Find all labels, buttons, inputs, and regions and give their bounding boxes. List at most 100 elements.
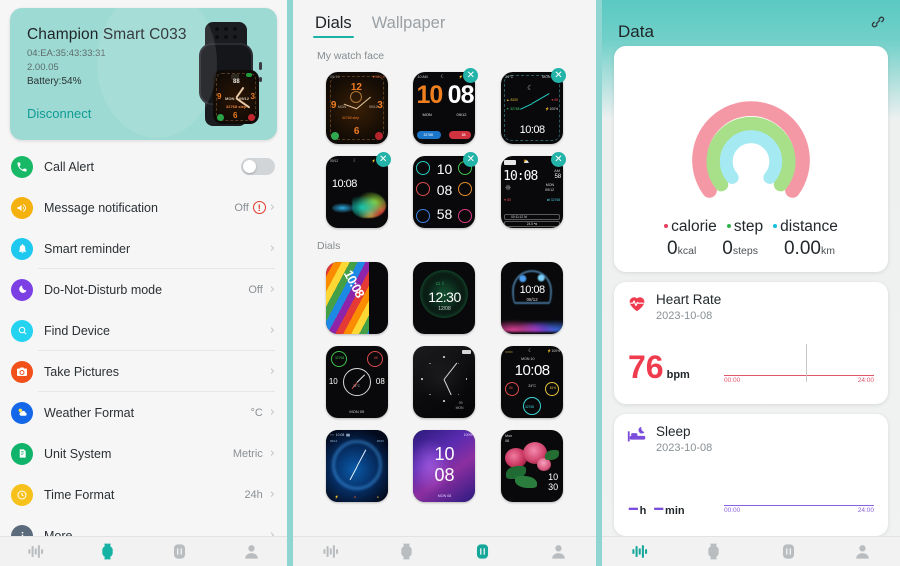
heart-face[interactable]: 10:08 08/12	[501, 262, 564, 334]
nav-data-bars-icon[interactable]	[602, 542, 677, 561]
watch-face-item[interactable]: ✕ 10 AM ☾ ⚡100% 10 08 MON 09/12 32768 88	[401, 66, 489, 150]
chain-link-icon[interactable]	[870, 14, 886, 30]
axis-start-label: 00:00	[724, 377, 741, 384]
watch-face-item[interactable]: 09 MON	[401, 340, 489, 424]
analog-orange-face[interactable]: 09/12 ♥100 b 9 3 12 6 MON 09/12 32768 st…	[325, 72, 388, 144]
nav-watch-icon[interactable]	[72, 542, 144, 561]
nav-profile-icon[interactable]	[520, 542, 596, 561]
activity-rings-chart	[614, 46, 888, 224]
clock-icon	[11, 483, 33, 506]
settings-row-label: Message notification	[44, 200, 158, 215]
colorful-1008-face[interactable]: ▭▭ ☾ ⚡100% MON 10 10:08 88 81% 24°C 3276…	[501, 346, 564, 418]
sleep-card[interactable]: Sleep 2023-10-08 -- h -- min 00:00 24:00	[614, 414, 888, 536]
nav-dial-icon[interactable]	[144, 542, 216, 561]
settings-row-value: Off	[234, 201, 249, 214]
settings-row-take-pictures[interactable]: Take Pictures ›	[0, 351, 287, 392]
sleep-axis	[724, 505, 874, 506]
data-panel: Data calorie step distance 0kcal 0steps …	[602, 0, 900, 566]
legend-step: step	[726, 218, 763, 236]
settings-row-label: Unit System	[44, 446, 112, 461]
nav-profile-icon[interactable]	[826, 542, 900, 561]
settings-row-label: Time Format	[44, 487, 115, 502]
watch-face-item[interactable]: ✕ 09/12 ☾ ⚡100% 10:08	[313, 150, 401, 234]
settings-row-value: °C	[250, 406, 263, 419]
unit-system-icon	[11, 442, 33, 465]
delete-face-button[interactable]: ✕	[463, 68, 479, 83]
big-1008-orange-face[interactable]: 10 AM ☾ ⚡100% 10 08 MON 09/12 32768 88	[413, 72, 476, 144]
rainbow-face[interactable]: 10:08	[325, 262, 388, 334]
nav-profile-icon[interactable]	[215, 542, 287, 561]
watch-face-item[interactable]: 09/12 ♥100 b 9 3 12 6 MON 09/12 32768 st…	[313, 66, 401, 150]
delete-face-button[interactable]: ✕	[463, 152, 479, 167]
settings-row-time-format[interactable]: Time Format 24h ›	[0, 474, 287, 515]
find-device-icon	[11, 319, 33, 342]
dials-grid: 10:08 ▭ ☾ 12:30 12/08 10:08 08/12 32768 …	[293, 256, 596, 508]
device-card[interactable]: Champion Smart C033 04:EA:35:43:33:31 2.…	[10, 8, 277, 140]
watch-face-item[interactable]: Mon 08 10 30	[488, 424, 576, 508]
watch-face-item[interactable]: ✕ ⛅ ✉ 10:08 AM 58 ❊ MON 09/12 ♥ 88 ⇄ 327…	[488, 150, 576, 234]
nav-watch-icon[interactable]	[677, 542, 752, 561]
chevron-right-icon: ›	[269, 241, 275, 256]
watch-face-item[interactable]: 100% 10 08 MON 08	[401, 424, 489, 508]
violet-1008-face[interactable]: 100% 10 08 MON 08	[413, 430, 476, 502]
settings-row-smart-reminder[interactable]: Smart reminder ›	[0, 228, 287, 269]
legend-calorie: calorie	[664, 218, 717, 236]
delete-face-button[interactable]: ✕	[375, 152, 391, 167]
device-mac-address: 04:EA:35:43:33:31	[27, 48, 106, 59]
heart-rate-header: Heart Rate 2023-10-08	[626, 292, 876, 322]
heart-rate-card[interactable]: Heart Rate 2023-10-08 76 bpm 00:00 24:00	[614, 282, 888, 404]
watch-face-item[interactable]: 32768 88 24°C 10 08 MON 09	[313, 340, 401, 424]
digital-am-face[interactable]: ⛅ ✉ 10:08 AM 58 ❊ MON 09/12 ♥ 88 ⇄ 32768…	[501, 156, 564, 228]
heart-rate-unit: bpm	[666, 369, 690, 381]
settings-row-call-alert[interactable]: Call Alert	[0, 146, 287, 187]
paint-splash-face[interactable]: 09/12 ☾ ⚡100% 10:08	[325, 156, 388, 228]
heart-rate-axis-labels: 00:00 24:00	[724, 377, 874, 384]
delete-face-button[interactable]: ✕	[550, 68, 566, 83]
device-panel: Champion Smart C033 04:EA:35:43:33:31 2.…	[0, 0, 287, 566]
settings-row-weather-format[interactable]: Weather Format °C ›	[0, 392, 287, 433]
tab-wallpaper[interactable]: Wallpaper	[372, 14, 446, 38]
nav-watch-icon[interactable]	[369, 542, 445, 561]
disconnect-button[interactable]: Disconnect	[27, 106, 91, 121]
nav-dial-icon[interactable]	[445, 542, 521, 561]
call-alert-toggle[interactable]	[241, 158, 275, 175]
axis-end-label: 24:00	[857, 377, 874, 384]
sleep-minutes-unit: min	[665, 505, 685, 517]
roses-face[interactable]: Mon 08 10 30	[501, 430, 564, 502]
nav-dial-icon[interactable]	[751, 542, 826, 561]
sleep-hours-unit: h	[639, 505, 647, 517]
rings-svg	[692, 101, 810, 198]
calorie-number: 0	[667, 238, 678, 259]
teal-analog-face[interactable]: 24°C MON 11/15 ☾ ▲ 8200 ♥ 88 ☀ 32768 ⚡10…	[501, 72, 564, 144]
chevron-right-icon: ›	[269, 405, 275, 420]
distance-number: 0.00	[783, 238, 821, 259]
watch-face-item[interactable]: ✕ 10 08 58	[401, 150, 489, 234]
delete-face-button[interactable]: ✕	[550, 152, 566, 167]
warning-badge-icon: !	[252, 201, 266, 214]
watch-face-item[interactable]: 10:08	[313, 256, 401, 340]
watch-face-item[interactable]: ⌁⌁ 10:08 ▮▮ 09/12 MON ⚡ ● ●	[313, 424, 401, 508]
device-name: Champion Smart C033	[27, 26, 187, 43]
tab-dials[interactable]: Dials	[313, 14, 354, 38]
settings-row-message-notification[interactable]: Message notification Off ! ›	[0, 187, 287, 228]
phone-call-icon	[11, 155, 33, 178]
watch-face-item[interactable]: ▭▭ ☾ ⚡100% MON 10 10:08 88 81% 24°C 3276…	[488, 340, 576, 424]
nav-data-bars-icon[interactable]	[293, 542, 369, 561]
stacked-100858-face[interactable]: 10 08 58	[413, 156, 476, 228]
green-orb-face[interactable]: ▭ ☾ 12:30 12/08	[413, 262, 476, 334]
nav-data-bars-icon[interactable]	[0, 542, 72, 561]
activity-rings-card[interactable]: calorie step distance 0kcal 0steps 0.00k…	[614, 46, 888, 272]
watch-face-item[interactable]: ✕ 24°C MON 11/15 ☾ ▲ 8200 ♥ 88 ☀ 32768 ⚡…	[488, 66, 576, 150]
settings-row-label: Find Device	[44, 323, 110, 338]
ring-distance	[719, 130, 783, 184]
blue-swirl-face[interactable]: ⌁⌁ 10:08 ▮▮ 09/12 MON ⚡ ● ●	[325, 430, 388, 502]
heart-rate-title: Heart Rate	[656, 292, 722, 307]
settings-row-find-device[interactable]: Find Device ›	[0, 310, 287, 351]
settings-row-dnd[interactable]: Do-Not-Disturb mode Off ›	[0, 269, 287, 310]
watch-face-item[interactable]: ▭ ☾ 12:30 12/08	[401, 256, 489, 340]
dual-dial-face[interactable]: 32768 88 24°C 10 08 MON 09	[325, 346, 388, 418]
watch-face-item[interactable]: 10:08 08/12	[488, 256, 576, 340]
minimal-analog-face[interactable]: 09 MON	[413, 346, 476, 418]
dials-label: Dials	[317, 240, 341, 252]
settings-row-unit-system[interactable]: Unit System Metric ›	[0, 433, 287, 474]
